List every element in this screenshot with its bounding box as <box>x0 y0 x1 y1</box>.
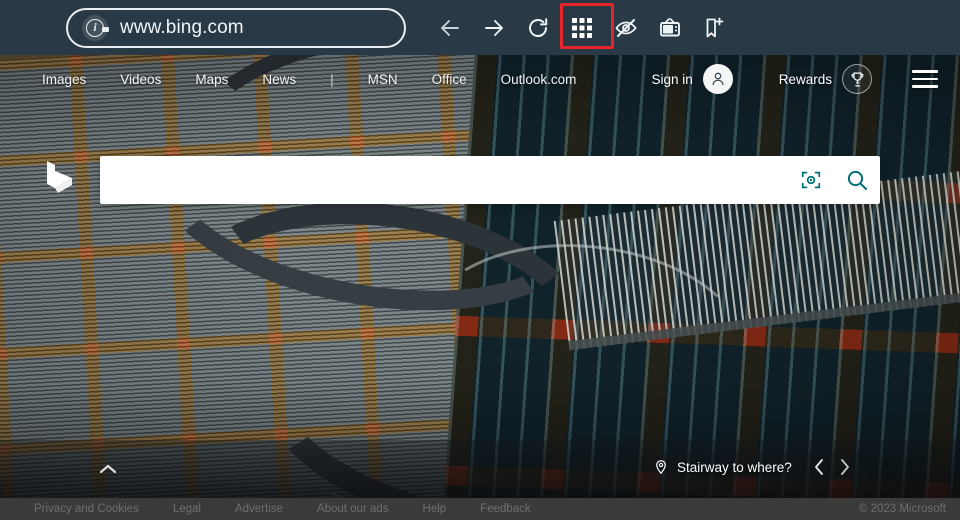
rewards-badge[interactable] <box>842 64 872 94</box>
nav-link-images[interactable]: Images <box>42 72 86 87</box>
forward-button[interactable] <box>472 6 516 50</box>
browser-toolbar: i www.bing.com <box>0 0 960 55</box>
caption-prev-button[interactable] <box>806 454 832 480</box>
image-caption-text[interactable]: Stairway to where? <box>677 460 792 475</box>
chevron-up-icon <box>99 464 117 474</box>
footer-link-feedback[interactable]: Feedback <box>480 503 531 515</box>
hamburger-menu-icon[interactable] <box>912 70 938 88</box>
nav-link-office[interactable]: Office <box>432 72 467 87</box>
scroll-up-button[interactable] <box>92 456 124 482</box>
search-box[interactable] <box>100 156 880 204</box>
search-row <box>0 150 960 210</box>
footer-link-about-ads[interactable]: About our ads <box>317 503 389 515</box>
site-info-icon[interactable]: i <box>82 14 109 41</box>
nav-links-group: Images Videos Maps News | MSN Office Out… <box>42 72 610 87</box>
search-submit-button[interactable] <box>834 156 880 204</box>
avatar[interactable] <box>702 64 733 94</box>
eye-slash-icon <box>615 18 637 37</box>
footer-link-help[interactable]: Help <box>423 503 447 515</box>
nav-link-news[interactable]: News <box>262 72 296 87</box>
search-input[interactable] <box>100 171 788 189</box>
background-hero-image <box>0 55 960 520</box>
hide-view-button[interactable] <box>604 6 648 50</box>
grid-icon <box>572 17 592 38</box>
chevron-right-icon <box>840 459 849 475</box>
nav-link-msn[interactable]: MSN <box>368 72 398 87</box>
bookmark-add-icon <box>706 17 724 37</box>
tv-icon <box>660 17 680 36</box>
toolbar-button-group <box>428 6 736 50</box>
arrow-left-icon <box>441 19 459 36</box>
bing-top-nav: Images Videos Maps News | MSN Office Out… <box>0 55 960 103</box>
caption-next-button[interactable] <box>832 454 858 480</box>
footer-copyright: © 2023 Microsoft <box>858 503 946 515</box>
tv-mode-button[interactable] <box>648 6 692 50</box>
page-footer: Privacy and Cookies Legal Advertise Abou… <box>0 498 960 520</box>
arrow-right-icon <box>485 19 503 36</box>
nav-separator: | <box>330 71 334 87</box>
rewards-label[interactable]: Rewards <box>779 72 832 87</box>
reload-icon <box>529 17 548 37</box>
bing-logo[interactable] <box>38 157 84 203</box>
footer-link-advertise[interactable]: Advertise <box>235 503 283 515</box>
visual-search-button[interactable] <box>788 156 834 204</box>
footer-link-privacy[interactable]: Privacy and Cookies <box>34 503 139 515</box>
back-button[interactable] <box>428 6 472 50</box>
webpage-viewport: Images Videos Maps News | MSN Office Out… <box>0 55 960 520</box>
apps-grid-button[interactable] <box>560 6 604 50</box>
trophy-icon <box>851 72 863 86</box>
bing-logo-icon <box>47 161 72 193</box>
footer-link-legal[interactable]: Legal <box>173 503 201 515</box>
search-icon <box>847 170 867 190</box>
url-text[interactable]: www.bing.com <box>120 17 244 39</box>
chevron-left-icon <box>814 459 823 475</box>
nav-link-videos[interactable]: Videos <box>120 72 161 87</box>
nav-link-maps[interactable]: Maps <box>195 72 228 87</box>
person-icon <box>712 72 724 86</box>
nav-link-outlook[interactable]: Outlook.com <box>501 72 577 87</box>
add-bookmark-button[interactable] <box>692 6 736 50</box>
location-pin-icon <box>656 460 666 475</box>
url-bar[interactable]: i www.bing.com <box>66 7 406 48</box>
nav-right-group: Sign in Rewards <box>651 64 938 94</box>
visual-search-icon <box>801 171 821 189</box>
browser-window: Images Videos Maps News | MSN Office Out… <box>0 0 960 520</box>
sign-in-label[interactable]: Sign in <box>651 72 692 87</box>
reload-button[interactable] <box>516 6 560 50</box>
image-caption-bar: Stairway to where? <box>645 452 866 482</box>
